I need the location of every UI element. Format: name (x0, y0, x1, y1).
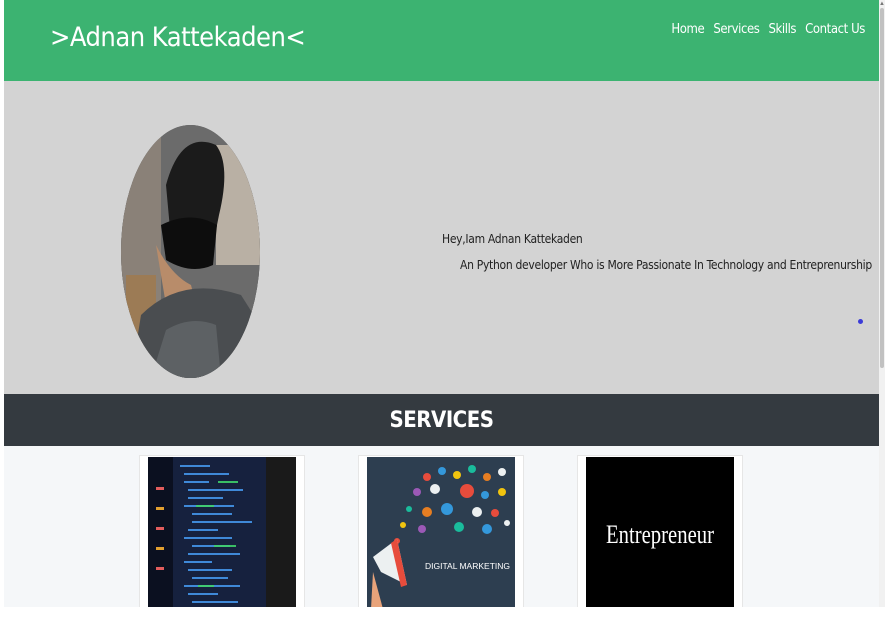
brand-logo[interactable]: >Adnan Kattekaden< (50, 22, 306, 53)
services-header: SERVICES (4, 394, 879, 446)
profile-photo (121, 125, 260, 378)
service-card-entrepreneur[interactable]: Entrepreneur (577, 455, 743, 607)
code-screen-image (148, 457, 296, 607)
page: >Adnan Kattekaden< Home Services Skills … (4, 0, 879, 607)
hero-tagline: An Python developer Who is More Passiona… (460, 258, 872, 272)
site-header: >Adnan Kattekaden< Home Services Skills … (4, 0, 879, 81)
service-card-coding[interactable] (139, 455, 305, 607)
entrepreneur-logo-text: Entrepreneur (606, 520, 714, 549)
nav-contact-us[interactable]: Contact Us (805, 22, 865, 37)
digital-marketing-image: DIGITAL MARKETING (367, 457, 515, 607)
nav-services[interactable]: Services (713, 22, 760, 37)
nav-skills[interactable]: Skills (768, 22, 796, 37)
hero-section: Hey,Iam Adnan Kattekaden An Python devel… (4, 81, 879, 394)
page-scrollbar[interactable]: ▲ (879, 0, 885, 607)
digital-marketing-caption: DIGITAL MARKETING (425, 561, 510, 571)
scroll-up-icon[interactable]: ▲ (879, 0, 885, 8)
service-card-digital-marketing[interactable]: DIGITAL MARKETING (358, 455, 524, 607)
nav-home[interactable]: Home (671, 22, 704, 37)
scrollbar-thumb[interactable] (880, 8, 884, 368)
indicator-dot (858, 319, 863, 324)
hero-greeting: Hey,Iam Adnan Kattekaden (442, 232, 583, 246)
services-title: SERVICES (389, 407, 494, 433)
entrepreneur-image: Entrepreneur (586, 457, 734, 607)
main-nav: Home Services Skills Contact Us (671, 22, 865, 37)
